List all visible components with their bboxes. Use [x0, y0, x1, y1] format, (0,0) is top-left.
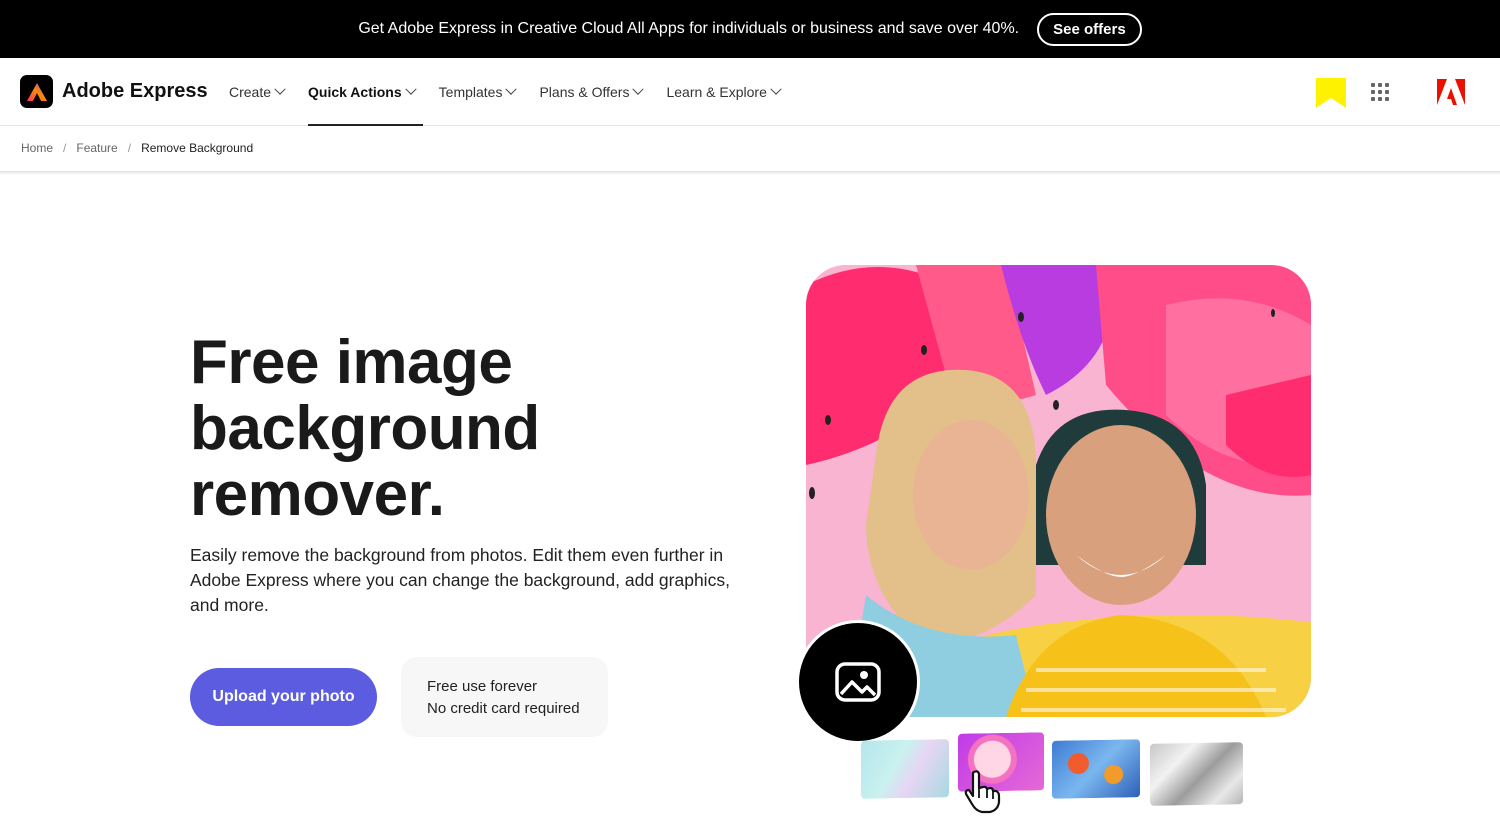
bookmark-icon[interactable]: [1315, 77, 1347, 109]
nav-templates[interactable]: Templates: [438, 58, 518, 126]
upload-photo-button[interactable]: Upload your photo: [190, 668, 377, 726]
nav-templates-label: Templates: [438, 84, 503, 100]
nav-menu: Create Quick Actions Templates Plans & O…: [229, 58, 804, 126]
adobe-logo-icon[interactable]: [1437, 79, 1465, 105]
adobe-express-logo-icon: [20, 75, 53, 108]
background-thumbnail-floral[interactable]: [1052, 739, 1140, 799]
breadcrumb-separator: /: [127, 141, 132, 155]
free-use-line: Free use forever: [427, 678, 538, 695]
breadcrumb-feature[interactable]: Feature: [76, 141, 117, 155]
see-offers-button[interactable]: See offers: [1037, 12, 1142, 46]
nav-create[interactable]: Create: [229, 58, 286, 126]
nav-learn-explore-label: Learn & Explore: [666, 84, 767, 100]
nav-create-label: Create: [229, 84, 272, 100]
nav-plans-offers-label: Plans & Offers: [539, 84, 630, 100]
nav-quick-actions-label: Quick Actions: [308, 84, 402, 100]
breadcrumb-separator: /: [63, 141, 67, 155]
promo-text: Get Adobe Express in Creative Cloud All …: [358, 20, 1020, 37]
nav-learn-explore[interactable]: Learn & Explore: [666, 58, 782, 126]
chevron-down-icon: [505, 83, 518, 95]
top-nav: Adobe Express Create Quick Actions Templ…: [0, 58, 1500, 126]
breadcrumb: Home / Feature / Remove Background: [21, 141, 253, 155]
chevron-down-icon: [404, 83, 417, 95]
page-title: Free image background remover.: [190, 328, 540, 529]
brand-link[interactable]: Adobe Express: [20, 75, 208, 108]
nav-plans-offers[interactable]: Plans & Offers: [539, 58, 645, 126]
image-icon: [835, 662, 881, 702]
chevron-down-icon: [274, 83, 286, 95]
image-upload-circle[interactable]: [796, 620, 920, 744]
apps-grid-icon[interactable]: [1371, 83, 1389, 101]
breadcrumb-divider: [0, 171, 1500, 175]
nav-quick-actions[interactable]: Quick Actions: [308, 58, 423, 126]
hero-description: Easily remove the background from photos…: [190, 545, 730, 615]
brand-name: Adobe Express: [62, 80, 208, 102]
free-use-note: Free use forever No credit card required: [401, 657, 608, 737]
breadcrumb-current: Remove Background: [141, 141, 254, 155]
promo-banner: Get Adobe Express in Creative Cloud All …: [0, 0, 1500, 58]
background-thumbnail-crystal[interactable]: [1150, 742, 1243, 806]
breadcrumb-home[interactable]: Home: [21, 141, 53, 155]
background-thumbnail-holographic[interactable]: [861, 739, 949, 799]
hand-pointer-icon: [964, 770, 1001, 814]
chevron-down-icon: [770, 83, 782, 95]
chevron-down-icon: [632, 83, 645, 95]
no-credit-card-line: No credit card required: [427, 700, 580, 717]
